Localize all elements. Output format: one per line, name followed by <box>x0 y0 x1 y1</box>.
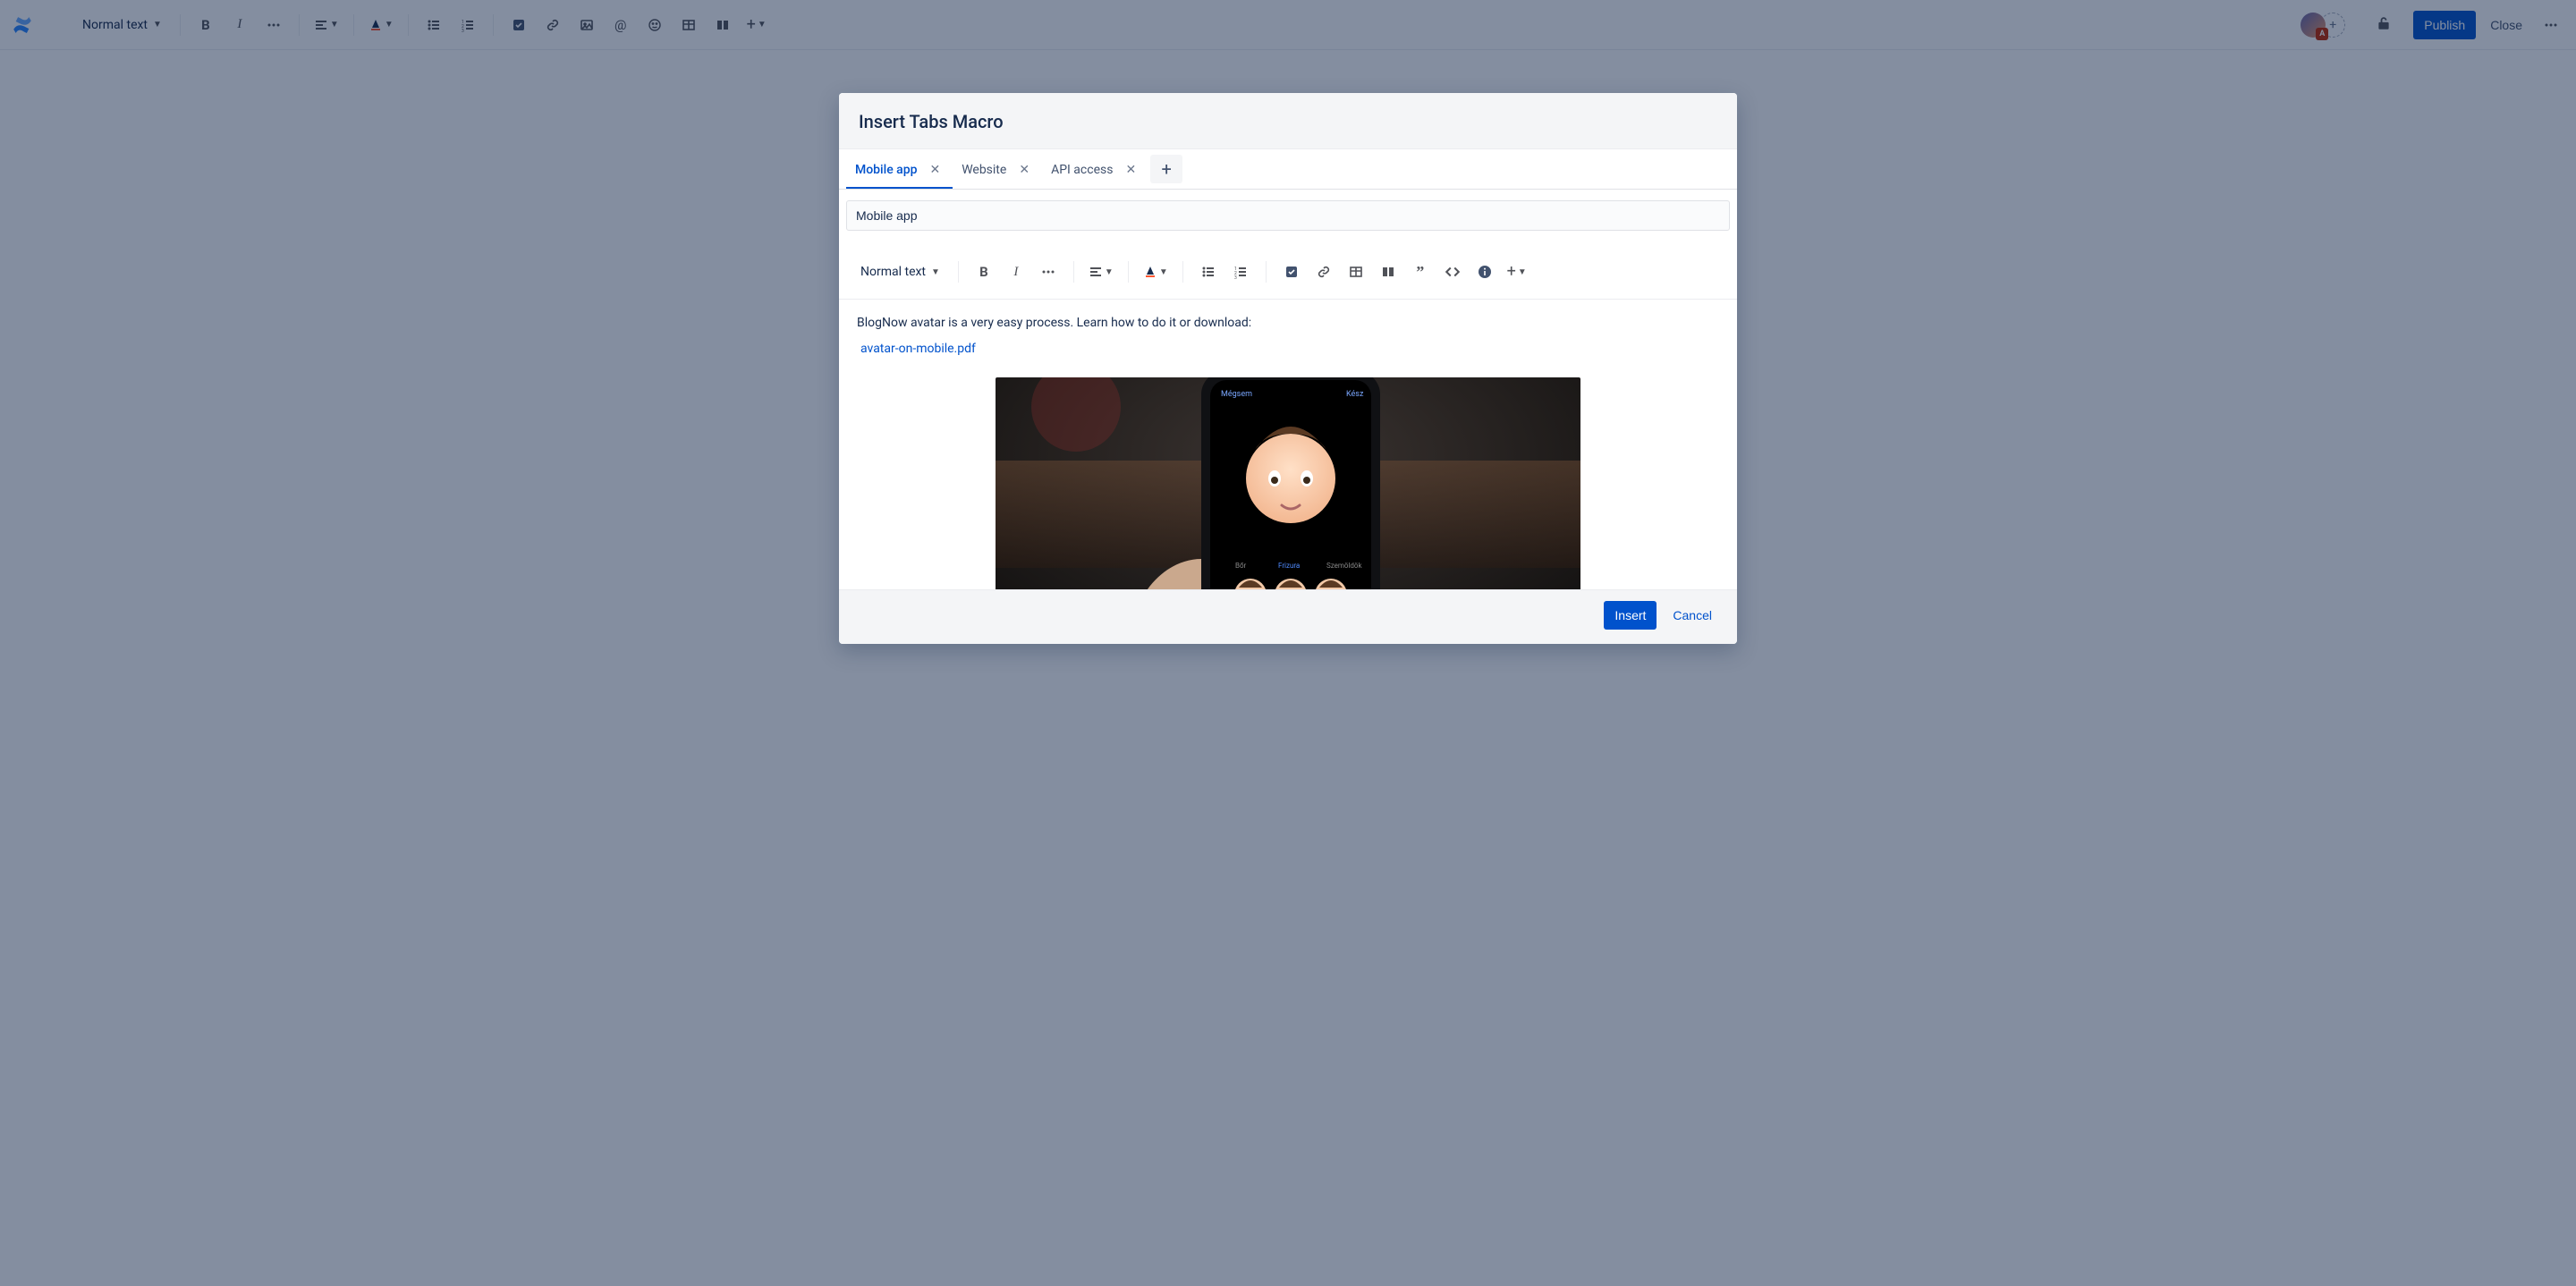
bullet-list-button[interactable] <box>1194 258 1223 286</box>
svg-text:Mégsem: Mégsem <box>1221 390 1252 399</box>
text-style-select[interactable]: Normal text ▼ <box>853 259 947 284</box>
embedded-image[interactable]: Mégsem Kész Bőr Frizura Szemöldök <box>996 377 1580 589</box>
body-paragraph: BlogNow avatar is a very easy process. L… <box>857 314 1719 333</box>
attachment-link[interactable]: avatar-on-mobile.pdf <box>860 342 976 356</box>
chevron-down-icon: ▼ <box>1105 267 1114 277</box>
close-tab-icon[interactable]: ✕ <box>1015 162 1033 178</box>
dialog-title: Insert Tabs Macro <box>859 111 1717 132</box>
tab-label: Website <box>962 163 1006 177</box>
svg-text:Szemöldök: Szemöldök <box>1326 562 1362 570</box>
tab-label: Mobile app <box>855 163 917 177</box>
layouts-button[interactable] <box>1374 258 1402 286</box>
numbered-list-button[interactable]: 123 <box>1226 258 1255 286</box>
tab-content-editor[interactable]: BlogNow avatar is a very easy process. L… <box>839 300 1737 589</box>
separator <box>1128 261 1129 283</box>
separator <box>958 261 959 283</box>
more-formatting-button[interactable] <box>1034 258 1063 286</box>
insert-button[interactable]: + ▼ <box>1503 258 1531 286</box>
close-tab-icon[interactable]: ✕ <box>926 162 944 178</box>
bold-button[interactable]: B <box>970 258 998 286</box>
dialog-header: Insert Tabs Macro <box>839 93 1737 149</box>
info-panel-button[interactable] <box>1470 258 1499 286</box>
italic-button[interactable]: I <box>1002 258 1030 286</box>
link-button[interactable] <box>1309 258 1338 286</box>
quote-button[interactable]: ” <box>1406 258 1435 286</box>
align-button[interactable]: ▼ <box>1085 258 1117 286</box>
tab-content-toolbar: Normal text ▼ B I ▼ ▼ 123 <box>839 245 1737 300</box>
add-tab-button[interactable]: + <box>1150 155 1182 183</box>
tab-label: API access <box>1051 163 1113 177</box>
text-color-button[interactable]: ▼ <box>1140 258 1172 286</box>
tab-mobile-app[interactable]: Mobile app ✕ <box>846 151 953 189</box>
action-item-button[interactable] <box>1277 258 1306 286</box>
svg-text:Bőr: Bőr <box>1235 562 1247 570</box>
separator <box>1266 261 1267 283</box>
cancel-button[interactable]: Cancel <box>1664 603 1721 628</box>
tab-website[interactable]: Website ✕ <box>953 151 1042 189</box>
separator <box>1073 261 1074 283</box>
text-style-label: Normal text <box>860 265 926 279</box>
tab-name-input[interactable] <box>846 200 1730 231</box>
chevron-down-icon: ▼ <box>1159 267 1168 277</box>
code-button[interactable] <box>1438 258 1467 286</box>
chevron-down-icon: ▼ <box>931 267 940 277</box>
svg-text:Kész: Kész <box>1346 390 1364 399</box>
close-tab-icon[interactable]: ✕ <box>1122 162 1140 178</box>
chevron-down-icon: ▼ <box>1518 267 1527 277</box>
separator <box>1182 261 1183 283</box>
svg-text:Frizura: Frizura <box>1278 562 1300 570</box>
tabs-strip: Mobile app ✕ Website ✕ API access ✕ + <box>839 149 1737 190</box>
dialog-footer: Insert Cancel <box>839 589 1737 644</box>
insert-button[interactable]: Insert <box>1604 601 1657 630</box>
svg-text:3: 3 <box>1234 275 1237 279</box>
insert-tabs-macro-dialog: Insert Tabs Macro Mobile app ✕ Website ✕… <box>839 93 1737 644</box>
table-button[interactable] <box>1342 258 1370 286</box>
tab-api-access[interactable]: API access ✕ <box>1042 151 1148 189</box>
